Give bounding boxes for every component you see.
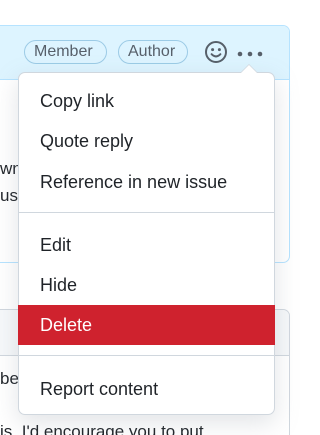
- menu-item-report-content[interactable]: Report content: [18, 369, 275, 409]
- menu-divider: [18, 212, 275, 213]
- menu-item-hide[interactable]: Hide: [18, 265, 275, 305]
- smiley-icon[interactable]: [204, 40, 228, 64]
- next-comment-text-line-2: is. I'd encourage you to put: [0, 422, 204, 435]
- menu-item-quote-reply[interactable]: Quote reply: [18, 121, 275, 161]
- menu-item-reference-in-new-issue[interactable]: Reference in new issue: [18, 162, 275, 202]
- issue-timeline: Member Author wn us beg is. I'd encourag…: [0, 0, 319, 435]
- menu-divider: [18, 355, 275, 356]
- comment-text-line-2: us: [0, 186, 18, 205]
- menu-item-edit[interactable]: Edit: [18, 225, 275, 265]
- comment-actions-menu: Copy link Quote reply Reference in new i…: [18, 72, 275, 415]
- author-badge: Author: [118, 40, 188, 64]
- menu-item-delete[interactable]: Delete: [18, 305, 275, 345]
- menu-caret-fill: [241, 65, 257, 73]
- member-badge: Member: [24, 40, 107, 64]
- menu-item-copy-link[interactable]: Copy link: [18, 81, 275, 121]
- kebab-horizontal-icon[interactable]: [236, 40, 264, 64]
